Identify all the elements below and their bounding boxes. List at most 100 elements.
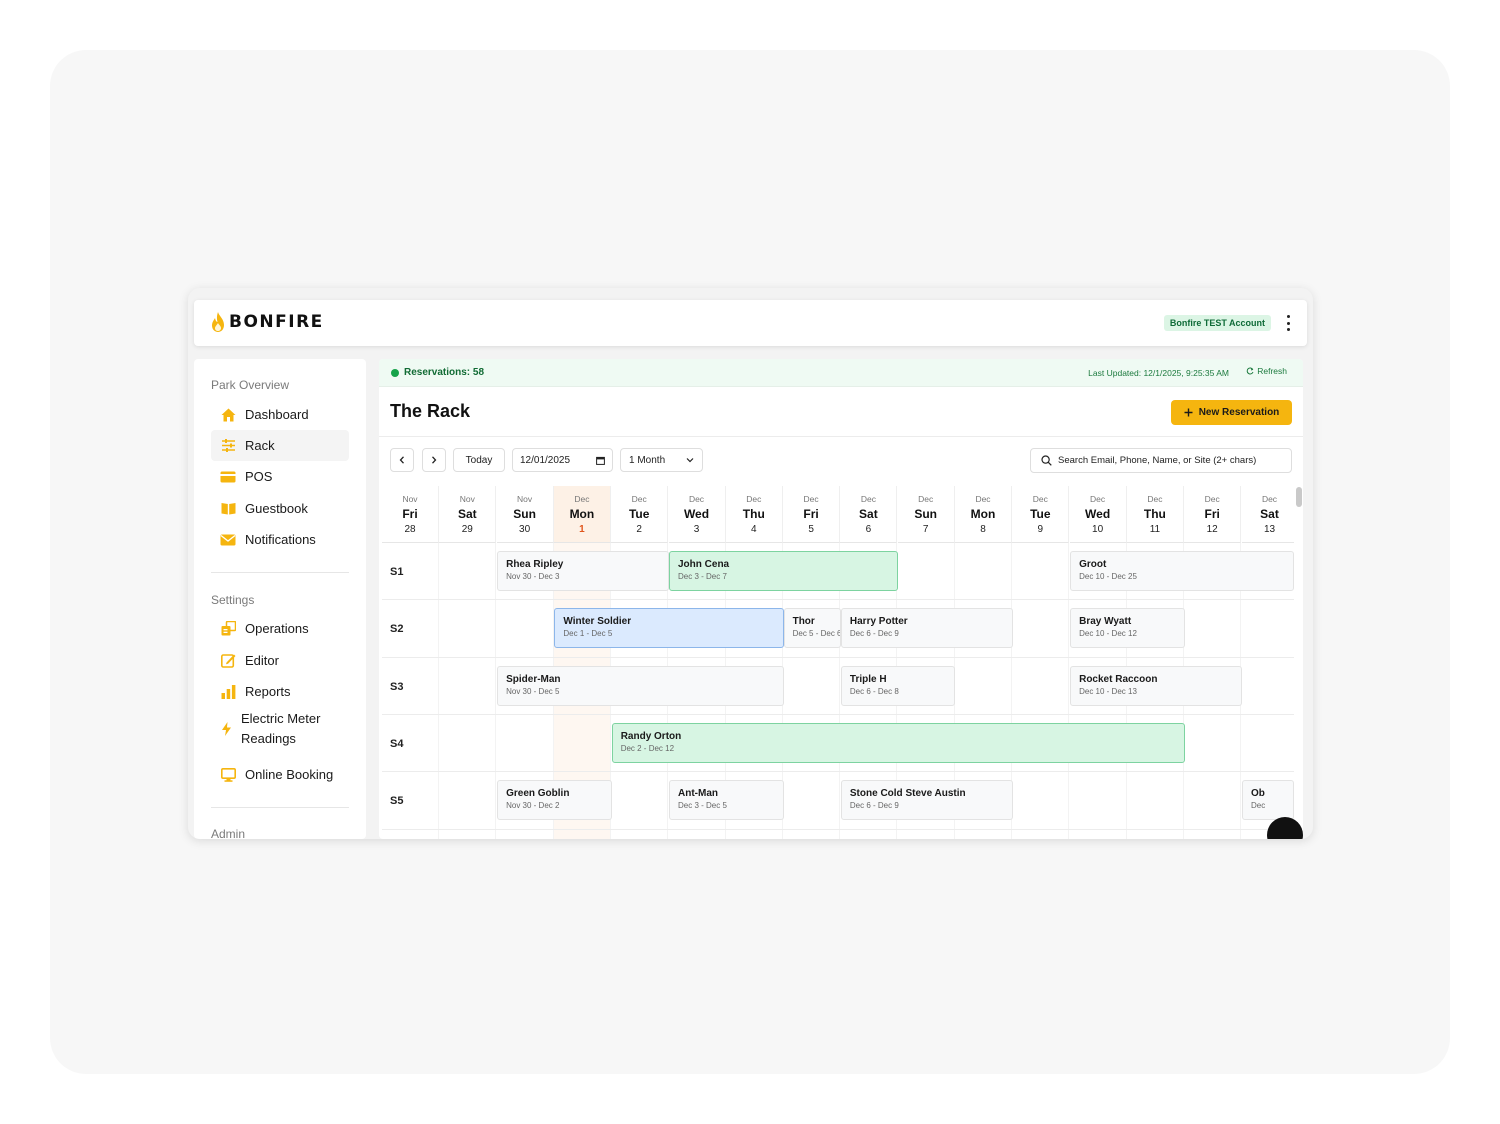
reservation-block[interactable]: Bray Wyatt Dec 10 - Dec 12 [1070, 608, 1185, 649]
day-num: 29 [461, 524, 473, 535]
edit-icon [220, 654, 235, 668]
sidebar-item-dashboard[interactable]: Dashboard [211, 399, 349, 430]
day-header[interactable]: Dec Sat 6 [840, 486, 898, 543]
reservation-block[interactable]: Ob Dec [1242, 780, 1294, 821]
site-label: S2 [390, 623, 404, 636]
day-header[interactable]: Nov Fri 28 [382, 486, 439, 543]
new-reservation-button[interactable]: New Reservation [1171, 400, 1292, 425]
date-input[interactable]: 12/01/2025 [512, 448, 613, 472]
main-panel: Reservations: 58 Last Updated: 12/1/2025… [379, 359, 1303, 839]
operations-icon [221, 621, 236, 636]
search-input[interactable]: Search Email, Phone, Name, or Site (2+ c… [1030, 448, 1292, 473]
reservation-block[interactable]: Stone Cold Steve Austin Dec 6 - Dec 9 [840, 780, 1013, 821]
account-badge[interactable]: Bonfire TEST Account [1163, 315, 1271, 331]
reservation-guest-name: Green Goblin [506, 788, 570, 800]
reservation-dates: Dec [1251, 801, 1266, 811]
sliders-icon [221, 439, 235, 452]
day-header[interactable]: Dec Mon 1 [553, 486, 611, 543]
day-header[interactable]: Dec Wed 3 [668, 486, 726, 543]
bar-chart-icon [221, 684, 235, 699]
day-header[interactable]: Dec Mon 8 [955, 486, 1012, 543]
day-month: Nov [459, 494, 475, 504]
calendar-icon [596, 456, 605, 465]
sidebar-item-editor[interactable]: Editor [211, 645, 349, 676]
reservation-guest-name: Ant-Man [678, 788, 718, 800]
reservation-block[interactable]: Triple H Dec 6 - Dec 8 [840, 665, 956, 706]
day-num: 12 [1206, 524, 1218, 535]
day-header[interactable]: Dec Sun 7 [897, 486, 955, 543]
reservation-block[interactable]: Green Goblin Nov 30 - Dec 2 [497, 780, 612, 821]
sidebar-item-label: Guestbook [245, 501, 308, 516]
day-num: 7 [922, 524, 929, 535]
reservation-block[interactable]: Rocket Raccoon Dec 10 - Dec 13 [1070, 665, 1242, 706]
reservation-block[interactable]: Groot Dec 10 - Dec 25 [1070, 551, 1294, 591]
reservation-dates: Nov 30 - Dec 3 [506, 572, 560, 581]
prev-button[interactable] [390, 448, 414, 472]
reservation-block[interactable]: Randy Orton Dec 2 - Dec 12 [611, 722, 1185, 763]
reservation-block[interactable]: Rhea Ripley Nov 30 - Dec 3 [497, 551, 669, 591]
day-header[interactable]: Dec Fri 12 [1184, 486, 1242, 543]
sidebar-item-guestbook[interactable]: Guestbook [211, 493, 349, 524]
sidebar-item-online-booking[interactable]: Online Booking [211, 759, 349, 790]
new-reservation-label: New Reservation [1198, 407, 1280, 418]
sidebar-item-label: Notifications [245, 532, 316, 547]
sidebar-item-label-line2: Readings [241, 731, 296, 746]
day-column [1012, 543, 1070, 839]
next-button[interactable] [422, 448, 446, 472]
day-column [439, 543, 497, 839]
refresh-button[interactable]: Refresh [1246, 366, 1287, 376]
reservation-guest-name: John Cena [678, 559, 730, 570]
credit-card-icon [220, 471, 236, 482]
reservation-block[interactable]: Harry Potter Dec 6 - Dec 9 [840, 608, 1013, 649]
sidebar-item-operations[interactable]: Operations [211, 613, 349, 644]
lightning-icon [221, 722, 231, 736]
reservation-block[interactable]: Winter Soldier Dec 1 - Dec 5 [554, 608, 784, 649]
section-label-admin: Admin [211, 827, 246, 839]
sidebar-item-notifications[interactable]: Notifications [211, 524, 349, 555]
day-header[interactable]: Dec Tue 2 [611, 486, 669, 543]
day-header[interactable]: Nov Sat 29 [439, 486, 497, 543]
sidebar-item-label: Operations [245, 621, 309, 636]
reservation-guest-name: Randy Orton [620, 730, 682, 742]
reservation-guest-name: Ob [1251, 788, 1265, 800]
day-header[interactable]: Dec Wed 10 [1069, 486, 1127, 543]
day-weekday: Wed [683, 507, 710, 521]
app-window: BONFIRE Bonfire TEST Account Park Overvi… [188, 288, 1313, 839]
reservation-block[interactable]: Ant-Man Dec 3 - Dec 5 [669, 780, 784, 821]
day-header[interactable]: Dec Thu 4 [725, 486, 783, 543]
day-weekday: Thu [742, 507, 765, 521]
range-select[interactable]: 1 Month [620, 448, 703, 472]
day-header[interactable]: Dec Fri 5 [783, 486, 841, 543]
sidebar-item-electric-meter-readings[interactable]: Electric Meter Readings [211, 708, 349, 750]
book-icon [221, 503, 235, 515]
reservation-guest-name: Groot [1079, 559, 1107, 570]
day-weekday: Wed [1085, 507, 1111, 521]
reservation-dates: Nov 30 - Dec 5 [506, 686, 560, 696]
home-icon [221, 408, 235, 421]
scrollbar[interactable] [1296, 487, 1302, 507]
day-header[interactable]: Dec Tue 9 [1012, 486, 1070, 543]
range-select-value: 1 Month [629, 454, 666, 466]
day-header[interactable]: Dec Thu 11 [1126, 486, 1184, 543]
reservation-dates: Nov 30 - Dec 2 [506, 801, 560, 811]
reservation-block[interactable]: Spider-Man Nov 30 - Dec 5 [497, 665, 784, 706]
brand-logo[interactable]: BONFIRE [210, 311, 324, 333]
reservation-block[interactable]: John Cena Dec 3 - Dec 7 [669, 551, 899, 591]
reservation-guest-name: Rocket Raccoon [1079, 673, 1158, 685]
day-header[interactable]: Nov Sun 30 [496, 486, 554, 543]
reservation-dates: Dec 6 - Dec 9 [849, 801, 899, 811]
day-num: 1 [579, 524, 585, 535]
reservation-block[interactable]: Thor Dec 5 - Dec 6 [783, 608, 841, 649]
sidebar-item-pos[interactable]: POS [211, 461, 349, 492]
toolbar-divider [379, 436, 1303, 437]
more-menu-icon[interactable] [1283, 315, 1293, 331]
day-weekday: Sat [859, 507, 878, 521]
day-month: Dec [1147, 494, 1163, 504]
sidebar-item-rack[interactable]: Rack [211, 430, 349, 461]
sidebar: Park Overview Dashboard Rack POS Guestbo… [194, 359, 366, 839]
sidebar-item-reports[interactable]: Reports [211, 676, 349, 707]
today-button[interactable]: Today [453, 448, 505, 472]
reservation-guest-name: Thor [792, 616, 815, 628]
day-header[interactable]: Dec Sat 13 [1241, 486, 1294, 543]
site-label: S1 [390, 566, 404, 578]
